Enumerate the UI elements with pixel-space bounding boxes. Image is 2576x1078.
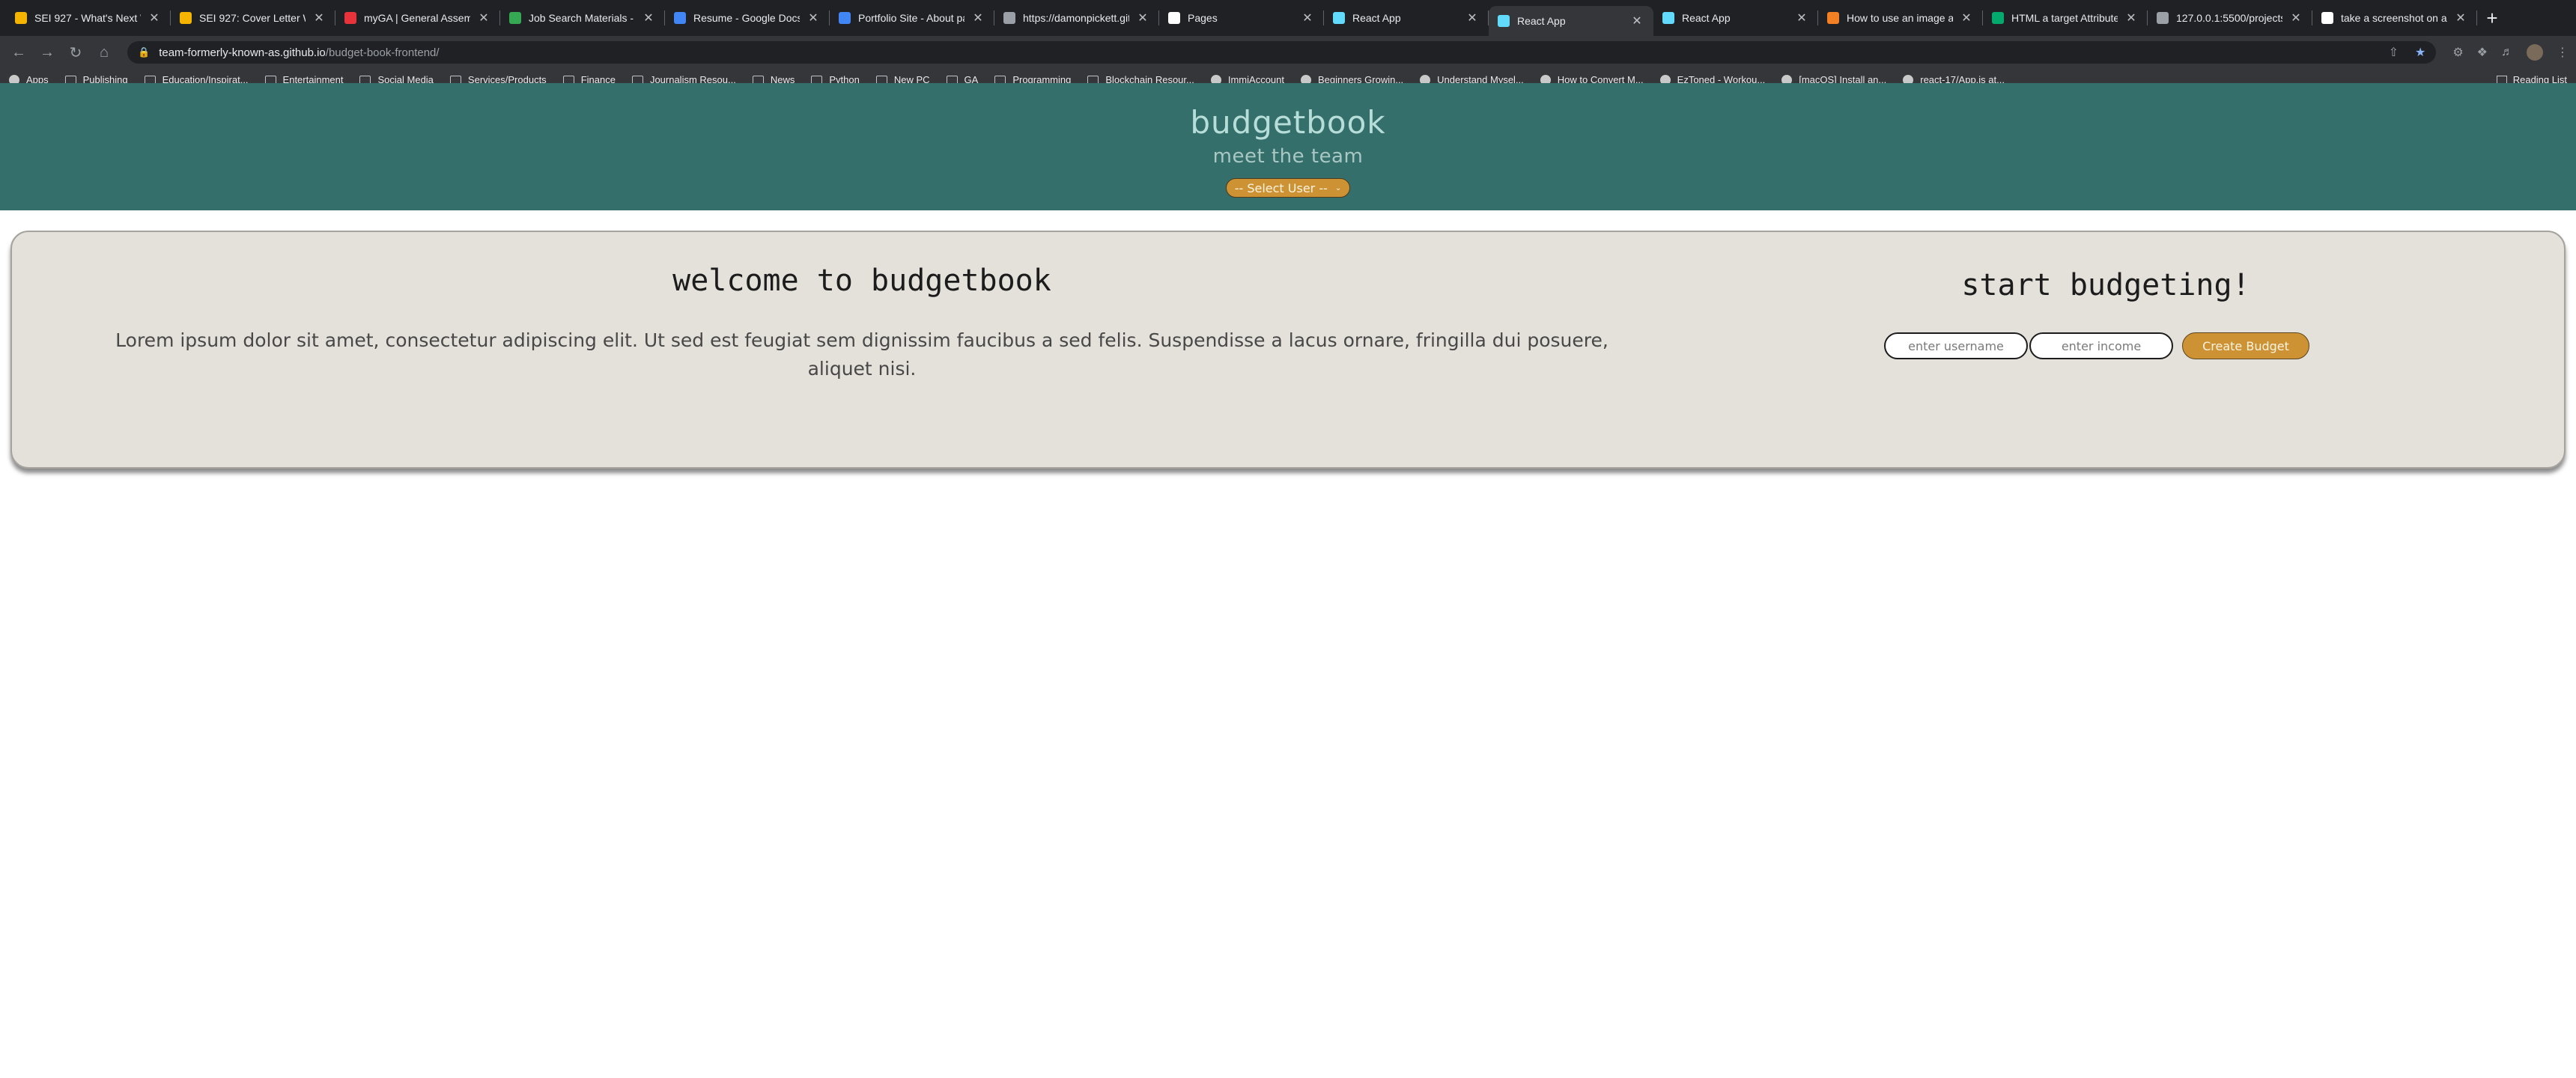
tab-title: https://damonpickett.github.i [1023, 12, 1129, 24]
close-tab-icon[interactable]: ✕ [1465, 10, 1480, 25]
globe-icon [2157, 12, 2169, 24]
lock-icon[interactable]: 🔒 [138, 46, 150, 58]
create-budget-form: Create Budget [1884, 332, 2309, 359]
username-input[interactable] [1884, 332, 2028, 359]
url-path: /budget-book-frontend/ [325, 46, 440, 59]
tab-title: Pages [1188, 12, 1218, 24]
browser-tab[interactable]: React App ✕ [1489, 6, 1653, 36]
close-tab-icon[interactable]: ✕ [2124, 10, 2139, 25]
browser-tab[interactable]: myGA | General Assembly ✕ [335, 0, 500, 36]
intro-card: welcome to budgetbook Lorem ipsum dolor … [10, 231, 2566, 469]
profile-avatar[interactable] [2527, 44, 2543, 61]
tab-divider [2476, 10, 2477, 25]
close-tab-icon[interactable]: ✕ [147, 10, 162, 25]
create-budget-button[interactable]: Create Budget [2182, 332, 2309, 359]
tab-title: Portfolio Site - About page [858, 12, 965, 24]
browser-tab[interactable]: 127.0.0.1:5500/projects-pa ✕ [2148, 0, 2312, 36]
menu-icon[interactable]: ⋮ [2557, 45, 2569, 60]
tab-title: React App [1682, 12, 1731, 24]
puzzle-extensions-icon[interactable]: ❖ [2477, 45, 2488, 60]
react-icon [1662, 12, 1674, 24]
tab-title: React App [1352, 12, 1401, 24]
close-tab-icon[interactable]: ✕ [1629, 13, 1644, 28]
browser-tab[interactable]: Pages ✕ [1159, 0, 1324, 36]
close-tab-icon[interactable]: ✕ [312, 10, 326, 25]
close-tab-icon[interactable]: ✕ [1959, 10, 1974, 25]
google-drive-icon [509, 12, 521, 24]
close-tab-icon[interactable]: ✕ [1794, 10, 1809, 25]
close-tab-icon[interactable]: ✕ [2453, 10, 2468, 25]
google-icon [2321, 12, 2333, 24]
browser-tab[interactable]: https://damonpickett.github.i ✕ [994, 0, 1159, 36]
close-tab-icon[interactable]: ✕ [1135, 10, 1150, 25]
close-tab-icon[interactable]: ✕ [970, 10, 985, 25]
url-host: team-formerly-known-as.github.io [159, 46, 326, 59]
browser-tab[interactable]: SEI 927: Cover Letter Work ✕ [171, 0, 335, 36]
tab-title: HTML a target Attribute [2011, 12, 2118, 24]
tab-title: SEI 927: Cover Letter Work [199, 12, 306, 24]
tab-title: take a screenshot on a mac [2341, 12, 2447, 24]
select-user-dropdown[interactable]: -- Select User -- ⌄ [1226, 178, 1350, 198]
site-header: budgetbook meet the team -- Select User … [0, 83, 2576, 210]
share-icon[interactable]: ⇧ [2389, 45, 2399, 60]
close-tab-icon[interactable]: ✕ [2288, 10, 2303, 25]
forward-icon[interactable]: → [36, 41, 58, 64]
income-input[interactable] [2029, 332, 2173, 359]
w3schools-icon [1992, 12, 2004, 24]
tab-title: 127.0.0.1:5500/projects-pa [2176, 12, 2282, 24]
bookmark-star-icon[interactable]: ★ [2415, 45, 2425, 60]
page-content: budgetbook meet the team -- Select User … [0, 83, 2576, 1078]
address-bar[interactable]: 🔒 team-formerly-known-as.github.io/budge… [127, 41, 2437, 64]
google-slides-icon [180, 12, 192, 24]
tab-title: React App [1517, 15, 1566, 27]
react-icon [1498, 15, 1510, 27]
browser-tab[interactable]: React App ✕ [1324, 0, 1489, 36]
reload-icon[interactable]: ↻ [64, 41, 87, 64]
google-docs-icon [674, 12, 686, 24]
browser-tab[interactable]: React App ✕ [1653, 0, 1818, 36]
home-icon[interactable]: ⌂ [93, 41, 115, 64]
tab-title: myGA | General Assembly [364, 12, 470, 24]
browser-tab[interactable]: How to use an image as a li ✕ [1818, 0, 1983, 36]
new-tab-icon[interactable]: + [2477, 0, 2507, 36]
meet-the-team-link[interactable]: meet the team [1213, 145, 1364, 168]
react-icon [1333, 12, 1345, 24]
globe-icon [1003, 12, 1015, 24]
browser-tab[interactable]: Resume - Google Docs ✕ [665, 0, 830, 36]
browser-tab[interactable]: HTML a target Attribute ✕ [1983, 0, 2148, 36]
chevron-down-icon: ⌄ [1334, 183, 1342, 192]
browser-toolbar: ← → ↻ ⌂ 🔒 team-formerly-known-as.github.… [0, 36, 2576, 69]
ga-icon [344, 12, 356, 24]
google-slides-icon [15, 12, 27, 24]
browser-tab[interactable]: SEI 927 - What's Next Work ✕ [6, 0, 171, 36]
close-tab-icon[interactable]: ✕ [806, 10, 821, 25]
close-tab-icon[interactable]: ✕ [641, 10, 656, 25]
close-tab-icon[interactable]: ✕ [1300, 10, 1315, 25]
extension-icon[interactable]: ⚙ [2452, 45, 2463, 60]
welcome-body: Lorem ipsum dolor sit amet, consectetur … [115, 329, 1609, 380]
tab-title: Job Search Materials - Goo [529, 12, 635, 24]
github-icon [1168, 12, 1180, 24]
brand-title: budgetbook [1190, 104, 1386, 141]
browser-tab[interactable]: Portfolio Site - About page ✕ [830, 0, 994, 36]
media-icon[interactable]: ♬ [2501, 46, 2513, 59]
stackoverflow-icon [1827, 12, 1839, 24]
browser-tab-strip: SEI 927 - What's Next Work✕SEI 927: Cove… [0, 0, 2576, 36]
close-tab-icon[interactable]: ✕ [476, 10, 491, 25]
welcome-title: welcome to budgetbook [672, 264, 1051, 298]
google-docs-icon [839, 12, 851, 24]
select-user-label: -- Select User -- [1234, 180, 1328, 195]
tab-title: SEI 927 - What's Next Work [34, 12, 141, 24]
start-budgeting-title: start budgeting! [1961, 268, 2250, 302]
back-icon[interactable]: ← [7, 41, 30, 64]
browser-tab[interactable]: take a screenshot on a mac ✕ [2312, 0, 2477, 36]
tab-title: How to use an image as a li [1847, 12, 1953, 24]
browser-tab[interactable]: Job Search Materials - Goo ✕ [500, 0, 665, 36]
tab-title: Resume - Google Docs [693, 12, 800, 24]
